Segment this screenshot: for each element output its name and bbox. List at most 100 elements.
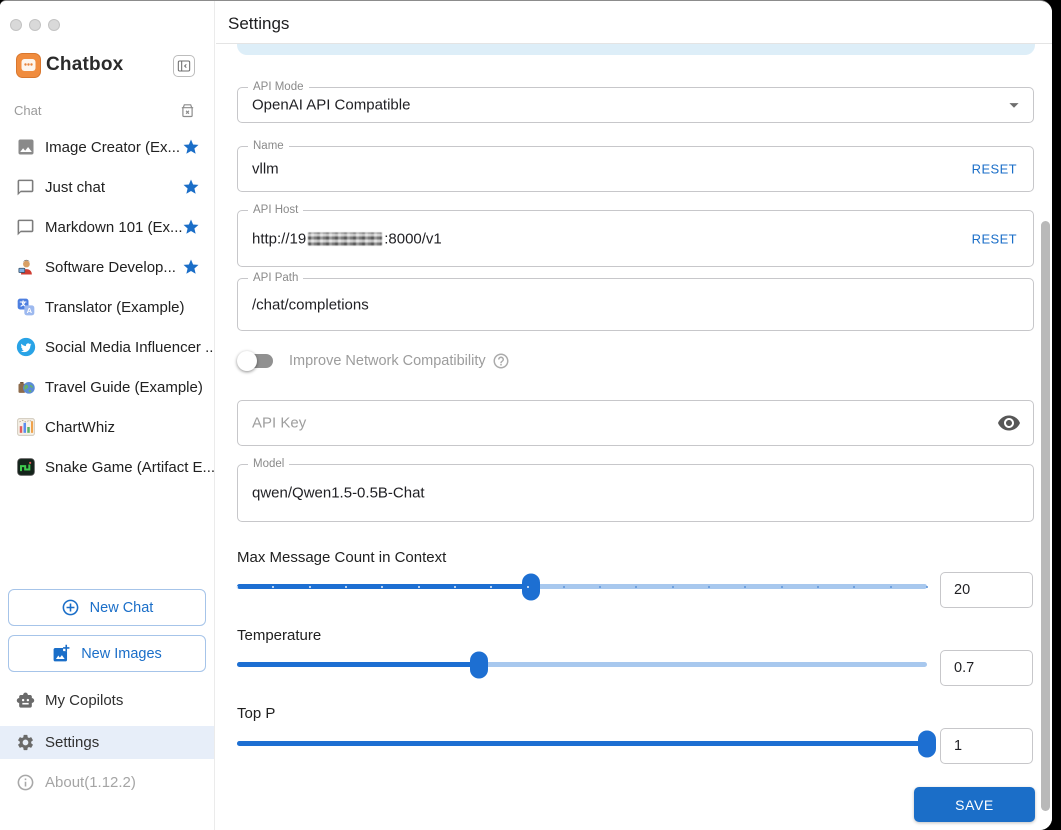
scrollbar-thumb[interactable]	[1041, 221, 1050, 811]
temperature-value[interactable]: 0.7	[940, 650, 1033, 686]
collapse-sidebar-icon	[176, 58, 192, 74]
plus-circle-icon	[61, 598, 80, 617]
top-p-slider[interactable]	[237, 730, 936, 757]
chat-item[interactable]: Image Creator (Ex...	[0, 127, 214, 167]
api-mode-label: API Mode	[248, 80, 309, 94]
star-icon[interactable]	[182, 178, 200, 196]
slider-mark	[780, 585, 783, 588]
chat-item[interactable]: Social Media Influencer ...	[0, 327, 214, 367]
save-button[interactable]: SAVE	[914, 787, 1035, 822]
show-password-button[interactable]	[997, 411, 1021, 435]
slider-fill	[237, 741, 927, 746]
chat-item[interactable]: A Translator (Example)	[0, 287, 214, 327]
api-host-input[interactable]: API Host http://19:8000/v1 RESET	[237, 203, 1034, 267]
slider-mark	[272, 585, 275, 588]
chevron-down-icon	[1003, 94, 1025, 116]
slider-thumb[interactable]	[521, 573, 540, 600]
toggle-knob	[237, 351, 257, 371]
chat-item[interactable]: Travel Guide (Example)	[0, 367, 214, 407]
network-compatibility-toggle[interactable]	[237, 351, 275, 371]
sidebar-item-about[interactable]: About(1.12.2)	[0, 766, 214, 798]
star-icon[interactable]	[182, 258, 200, 276]
name-label: Name	[248, 139, 289, 153]
chat-item-label: ChartWhiz	[45, 418, 116, 436]
api-mode-select[interactable]: API Mode OpenAI API Compatible	[237, 80, 1034, 123]
close-button[interactable]	[10, 19, 22, 31]
top-p-value[interactable]: 1	[940, 728, 1033, 764]
chat-item-label: Snake Game (Artifact E...	[45, 458, 214, 476]
api-host-reset-button[interactable]: RESET	[972, 231, 1017, 246]
chat-item[interactable]: ChartWhiz	[0, 407, 214, 447]
network-compatibility-label: Improve Network Compatibility	[289, 353, 486, 369]
minimize-button[interactable]	[29, 19, 41, 31]
top-p-label: Top P	[237, 705, 276, 722]
chat-item[interactable]: Snake Game (Artifact E...	[0, 447, 214, 487]
slider-thumb[interactable]	[918, 730, 936, 757]
chat-bubble-icon	[16, 217, 36, 237]
page-title: Settings	[228, 14, 290, 33]
collapse-sidebar-button[interactable]	[173, 55, 195, 77]
slider-mark	[708, 585, 711, 588]
star-icon[interactable]	[182, 218, 200, 236]
tab-highlight-remnant	[237, 44, 1035, 55]
slider-mark	[526, 585, 529, 588]
slider-mark	[671, 585, 674, 588]
new-images-label: New Images	[81, 645, 162, 662]
api-mode-value: OpenAI API Compatible	[252, 96, 411, 114]
api-key-input[interactable]: API Key	[237, 400, 1034, 446]
new-images-button[interactable]: New Images	[8, 635, 206, 672]
max-message-count-value[interactable]: 20	[940, 572, 1033, 608]
api-path-input[interactable]: API Path /chat/completions	[237, 271, 1034, 331]
model-value: qwen/Qwen1.5-0.5B-Chat	[252, 484, 425, 502]
max-message-count-slider[interactable]	[236, 573, 928, 600]
travel-icon	[16, 377, 36, 397]
slider-mark	[490, 585, 493, 588]
clear-conversations-icon[interactable]	[179, 102, 196, 119]
slider-mark	[817, 585, 820, 588]
chat-item-label: Software Develop...	[45, 258, 176, 276]
chat-item[interactable]: Markdown 101 (Ex...	[0, 207, 214, 247]
star-icon[interactable]	[182, 138, 200, 156]
model-input[interactable]: Model qwen/Qwen1.5-0.5B-Chat	[237, 457, 1034, 522]
name-reset-button[interactable]: RESET	[972, 162, 1017, 177]
translator-icon: A	[16, 297, 36, 317]
api-host-label: API Host	[248, 203, 304, 217]
slider-mark	[562, 585, 565, 588]
robot-icon	[16, 691, 35, 710]
zoom-button[interactable]	[48, 19, 60, 31]
image-icon	[16, 137, 36, 157]
slider-fill	[237, 662, 479, 667]
temperature-label: Temperature	[237, 627, 322, 644]
temperature-slider[interactable]	[237, 651, 927, 678]
chat-item-label: Social Media Influencer ...	[45, 338, 214, 356]
slider-mark	[308, 585, 311, 588]
app-title: Chatbox	[46, 54, 124, 75]
slider-mark	[599, 585, 602, 588]
new-chat-button[interactable]: New Chat	[8, 589, 206, 626]
chat-item[interactable]: Just chat	[0, 167, 214, 207]
slider-mark	[635, 585, 638, 588]
slider-mark	[453, 585, 456, 588]
gear-icon	[16, 733, 35, 752]
help-icon[interactable]	[492, 352, 510, 370]
chat-item[interactable]: Software Develop...	[0, 247, 214, 287]
sidebar-item-label: About(1.12.2)	[45, 773, 136, 791]
redacted-host-blur	[308, 232, 383, 245]
chart-icon	[16, 417, 36, 437]
api-path-label: API Path	[248, 271, 304, 285]
snake-icon	[16, 457, 36, 477]
sidebar-item-settings[interactable]: Settings	[0, 726, 214, 759]
sidebar-item-my-copilots[interactable]: My Copilots	[0, 684, 214, 716]
api-host-value: http://19:8000/v1	[252, 230, 442, 247]
name-input[interactable]: Name vllm RESET	[237, 139, 1034, 192]
slider-mark	[381, 585, 384, 588]
image-plus-icon	[52, 644, 71, 663]
info-icon	[16, 773, 35, 792]
slider-thumb[interactable]	[469, 651, 488, 678]
settings-panel: Settings API Mode OpenAI API Compatible …	[216, 1, 1052, 830]
chat-item-label: Translator (Example)	[45, 298, 185, 316]
svg-text:A: A	[27, 306, 33, 315]
app-window: Chatbox Chat Image Creator (Ex... Just ch…	[0, 0, 1052, 830]
chat-bubble-icon	[16, 177, 36, 197]
sidebar-item-label: Settings	[45, 734, 100, 751]
